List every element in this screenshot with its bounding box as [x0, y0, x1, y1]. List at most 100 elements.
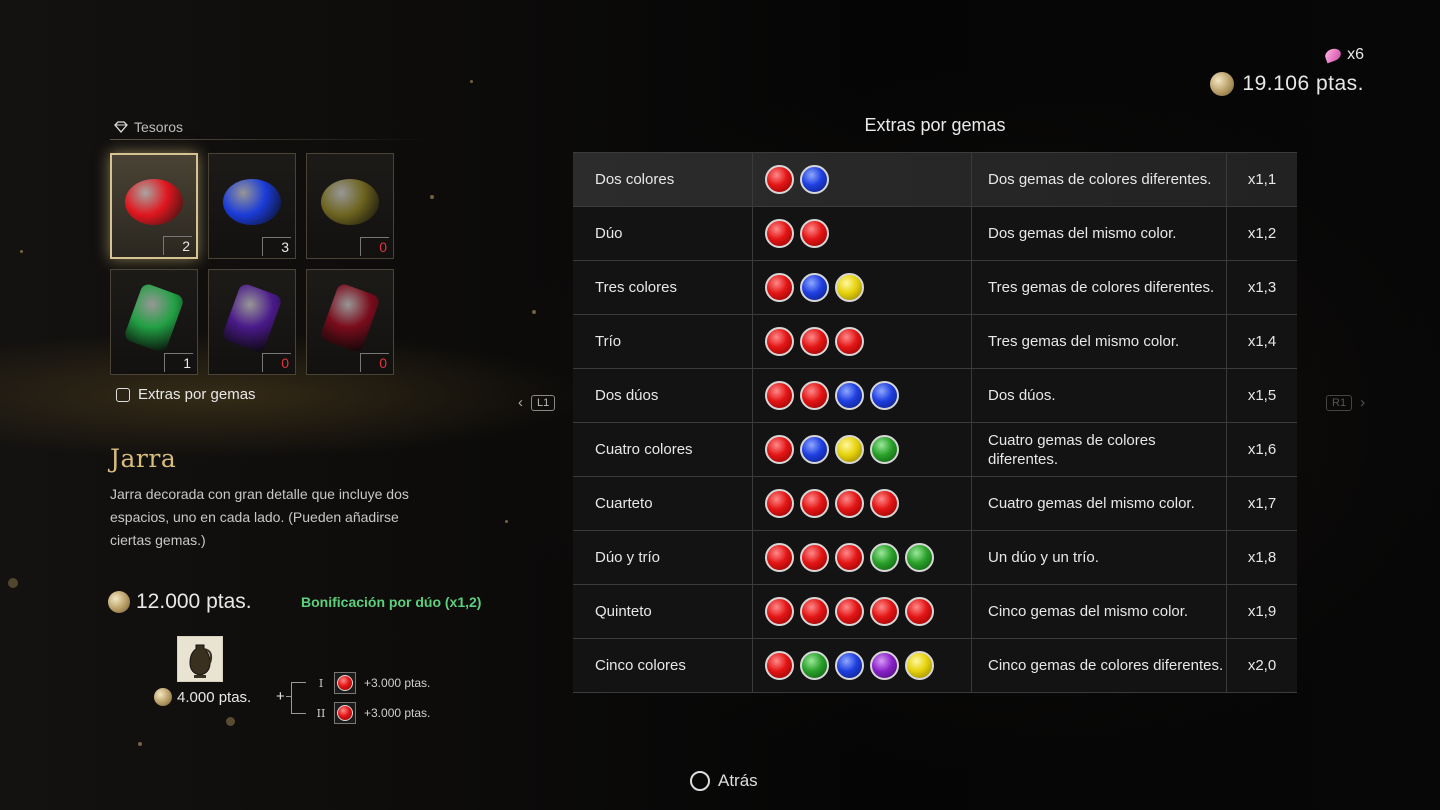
red-gem-icon: [765, 219, 794, 248]
gem-slot[interactable]: 0: [306, 153, 394, 259]
combination-row[interactable]: Cuatro colores Cuatro gemas de colores di…: [573, 422, 1297, 477]
combination-row[interactable]: Quinteto Cinco gemas del mismo color. x1,9: [573, 584, 1297, 639]
gem-extras-button[interactable]: Extras por gemas: [116, 386, 256, 403]
red-gem-icon: [835, 489, 864, 518]
yellow-gem-icon: [835, 435, 864, 464]
red-gem-icon: [800, 381, 829, 410]
combination-multiplier: x1,4: [1226, 314, 1297, 369]
combination-gems: [752, 422, 972, 477]
r1-button-icon: R1: [1326, 394, 1353, 411]
red-gem-icon: [800, 489, 829, 518]
blue-gem-icon: [800, 165, 829, 194]
purple-gem-icon: [221, 282, 283, 354]
combination-description: Dos gemas del mismo color.: [971, 206, 1227, 261]
combination-name: Cuarteto: [573, 476, 753, 531]
diamond-icon: [114, 121, 128, 133]
yellow-gem-icon: [905, 651, 934, 680]
combination-row[interactable]: Cuarteto Cuatro gemas del mismo color. x1,…: [573, 476, 1297, 531]
combination-row[interactable]: Dos colores Dos gemas de colores diferent…: [573, 152, 1297, 207]
combination-row[interactable]: Trío Tres gemas del mismo color. x1,4: [573, 314, 1297, 369]
combination-row[interactable]: Cinco colores Cinco gemas de colores dife…: [573, 638, 1297, 693]
dust-particle: [8, 578, 18, 588]
red-gem-icon: [905, 597, 934, 626]
dust-particle: [430, 195, 434, 199]
red-gem-icon: [870, 597, 899, 626]
slot-value: +3.000 ptas.: [364, 676, 431, 690]
red-gem-icon: [835, 327, 864, 356]
slot-gem[interactable]: [334, 702, 356, 724]
gem-count: 2: [163, 236, 192, 255]
combination-gems: [752, 314, 972, 369]
gem-count: 0: [360, 353, 389, 372]
red-gem-icon: [800, 597, 829, 626]
slot-value: +3.000 ptas.: [364, 706, 431, 720]
combination-row[interactable]: Dúo Dos gemas del mismo color. x1,2: [573, 206, 1297, 261]
money-amount: 19.106 ptas.: [1242, 72, 1364, 95]
combination-name: Dúo: [573, 206, 753, 261]
gem-count: 3: [262, 237, 291, 256]
gem-slot[interactable]: 2: [110, 153, 198, 259]
dust-particle: [226, 717, 235, 726]
green-gem-icon: [870, 543, 899, 572]
combination-description: Cuatro gemas de colores diferentes.: [971, 422, 1227, 477]
gem-extras-title: Extras por gemas: [864, 115, 1006, 135]
combination-name: Trío: [573, 314, 753, 369]
combination-name: Dos colores: [573, 152, 753, 207]
dust-particle: [20, 250, 23, 253]
item-total-price: 12.000 ptas.: [108, 590, 252, 614]
combination-name: Tres colores: [573, 260, 753, 315]
back-button[interactable]: Atrás: [690, 771, 758, 791]
treasures-label: Tesoros: [134, 119, 184, 135]
combination-name: Cinco colores: [573, 638, 753, 693]
next-page-button[interactable]: R1 ›: [1326, 394, 1365, 411]
gem-slot[interactable]: 0: [306, 269, 394, 375]
chevron-left-icon: ‹: [518, 394, 523, 411]
blue-gem-icon: [800, 435, 829, 464]
red-gem-icon: [800, 543, 829, 572]
combination-row[interactable]: Tres colores Tres gemas de colores difere…: [573, 260, 1297, 315]
gem-count: 0: [262, 353, 291, 372]
combination-name: Dos dúos: [573, 368, 753, 423]
gem-inventory-grid: 2 3 0 1 0 0: [110, 153, 394, 375]
combination-row[interactable]: Dos dúos Dos dúos. x1,5: [573, 368, 1297, 423]
green-gem-icon: [870, 435, 899, 464]
combination-name: Dúo y trío: [573, 530, 753, 585]
jar-icon: [189, 644, 213, 678]
gem-combination-table: Dos colores Dos gemas de colores diferent…: [573, 152, 1297, 693]
combination-gems: [752, 476, 972, 531]
combination-multiplier: x1,9: [1226, 584, 1297, 639]
jar-item-thumbnail: [177, 636, 223, 682]
yellow-gem-icon: [835, 273, 864, 302]
item-description: Jarra decorada con gran detalle que incl…: [110, 486, 409, 548]
combination-description: Dos dúos.: [971, 368, 1227, 423]
yellow-gem-icon: [321, 178, 379, 225]
blue-gem-icon: [835, 651, 864, 680]
dust-particle: [532, 310, 536, 314]
red-gem-icon: [765, 165, 794, 194]
green-gem-icon: [123, 282, 185, 354]
dust-particle: [470, 80, 473, 83]
red-gem-icon: [337, 675, 353, 691]
square-button-icon: [116, 387, 130, 402]
combination-description: Dos gemas de colores diferentes.: [971, 152, 1227, 207]
gem-slot[interactable]: 1: [110, 269, 198, 375]
slot-gem[interactable]: [334, 672, 356, 694]
slot-number: II: [316, 706, 326, 720]
slot-bracket: [291, 682, 306, 714]
red-gem-icon: [765, 381, 794, 410]
gem-slot[interactable]: 3: [208, 153, 296, 259]
combination-multiplier: x2,0: [1226, 638, 1297, 693]
green-gem-icon: [905, 543, 934, 572]
gem-count: 1: [164, 353, 193, 372]
l1-button-icon: L1: [531, 394, 556, 411]
combination-row[interactable]: Dúo y trío Un dúo y un trío. x1,8: [573, 530, 1297, 585]
spinel-count: x6: [1347, 46, 1364, 63]
spinel-counter: x6: [1323, 46, 1364, 64]
treasures-header: Tesoros: [114, 119, 183, 135]
gem-slot[interactable]: 0: [208, 269, 296, 375]
back-label: Atrás: [718, 771, 758, 790]
previous-page-button[interactable]: ‹ L1: [518, 394, 556, 411]
coin-icon: [108, 591, 130, 613]
blue-gem-icon: [870, 381, 899, 410]
combination-name: Quinteto: [573, 584, 753, 639]
